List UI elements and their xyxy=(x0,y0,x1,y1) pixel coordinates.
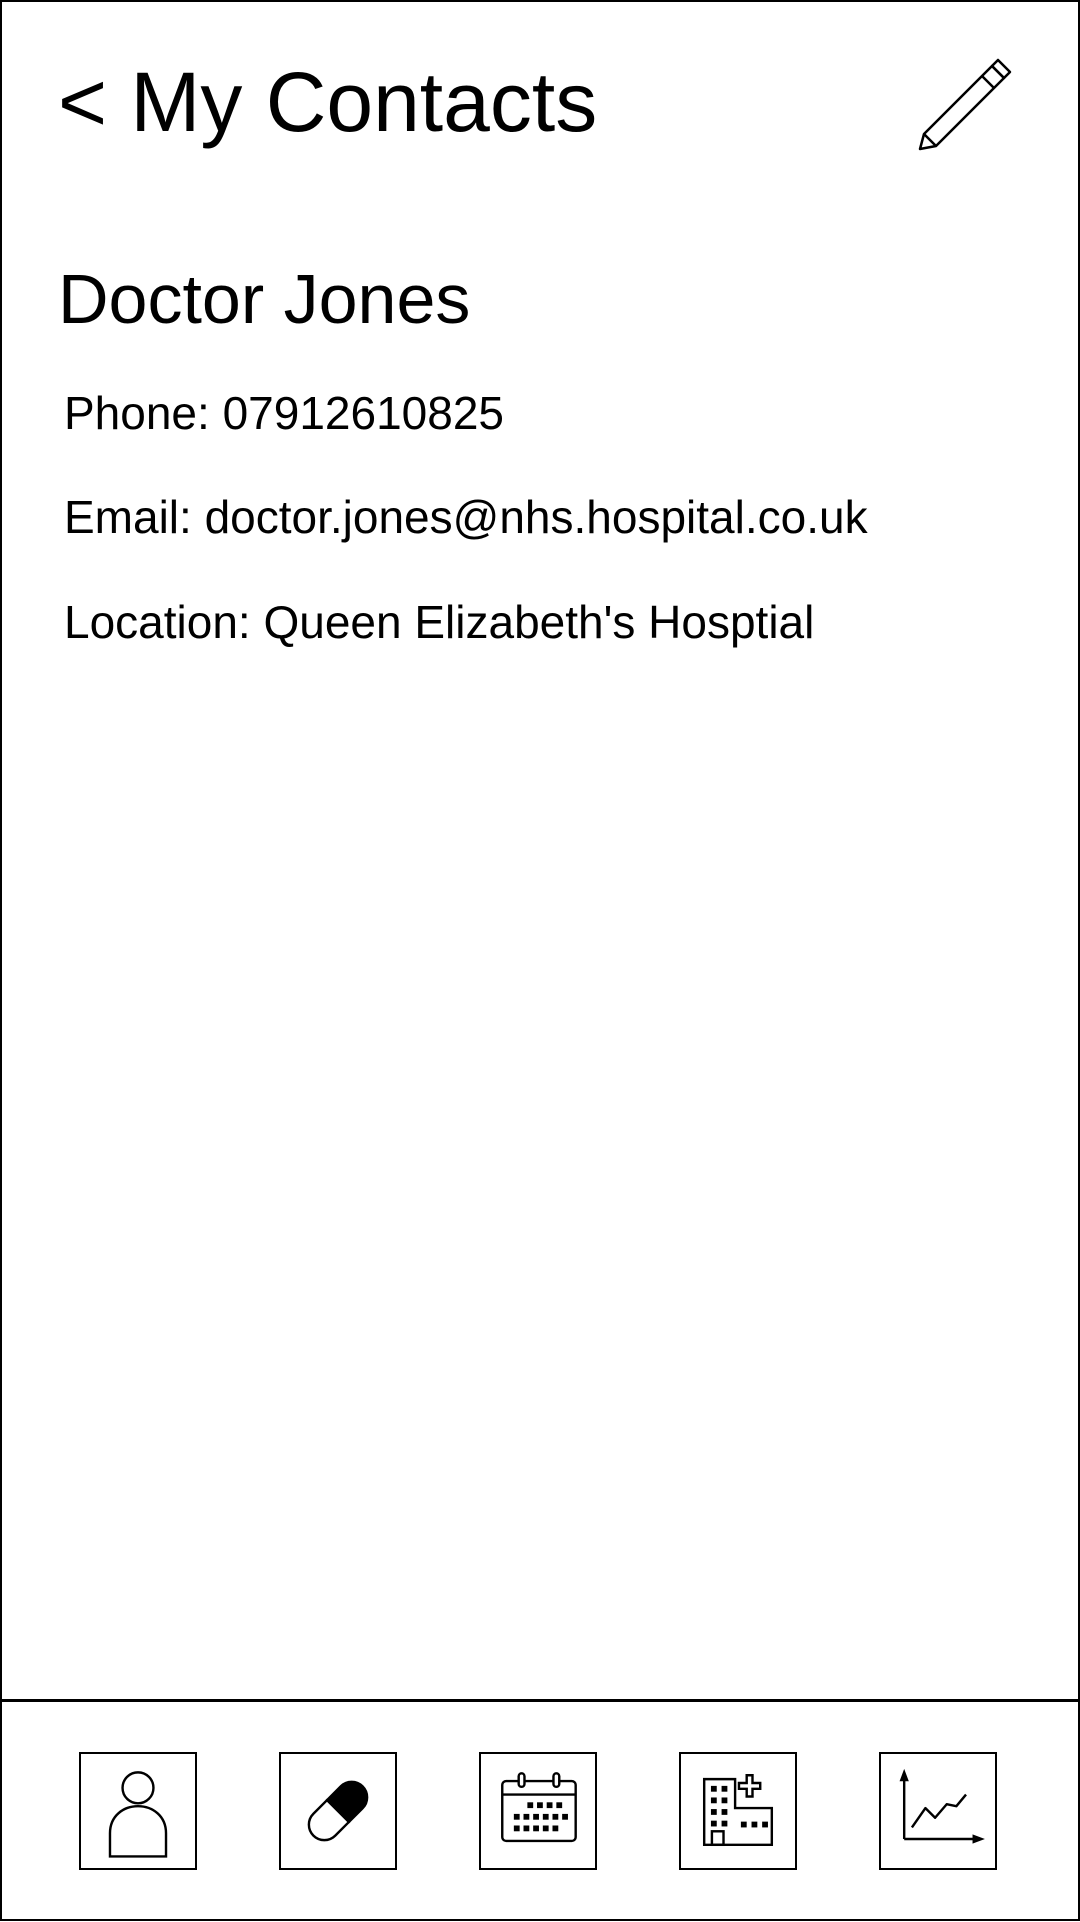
contact-phone[interactable]: Phone: 07912610825 xyxy=(64,390,504,436)
chart-icon xyxy=(899,1768,985,1844)
contact-email[interactable]: Email: doctor.jones@nhs.hospital.co.uk xyxy=(64,494,868,540)
pencil-icon xyxy=(918,58,1012,151)
pill-icon xyxy=(307,1780,369,1842)
back-to-contacts-link[interactable]: < My Contacts xyxy=(58,60,597,144)
nav-chart-button[interactable] xyxy=(879,1752,997,1870)
contact-location: Location: Queen Elizabeth's Hosptial xyxy=(64,596,815,648)
app-frame: < My Contacts Doctor Jones Phone: 079126… xyxy=(0,0,1080,1921)
hospital-icon xyxy=(702,1774,774,1847)
person-icon xyxy=(108,1771,168,1858)
header: < My Contacts xyxy=(2,2,1078,202)
calendar-icon xyxy=(501,1772,577,1843)
nav-profile-button[interactable] xyxy=(79,1752,197,1870)
nav-calendar-button[interactable] xyxy=(479,1752,597,1870)
edit-button[interactable] xyxy=(912,52,1018,158)
bottom-nav xyxy=(2,1699,1078,1922)
nav-hospital-button[interactable] xyxy=(679,1752,797,1870)
nav-medication-button[interactable] xyxy=(279,1752,397,1870)
contact-name: Doctor Jones xyxy=(58,260,471,338)
